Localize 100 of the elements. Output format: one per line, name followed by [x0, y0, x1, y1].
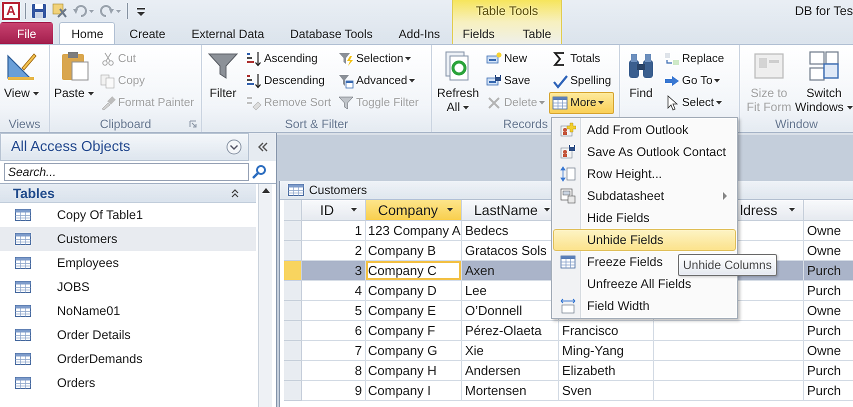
table-cell: Purch: [804, 281, 853, 301]
funnel-window-icon: [338, 73, 354, 89]
caret-icon: [33, 92, 40, 96]
ribbon-button[interactable]: New: [483, 48, 548, 70]
save-contact-icon: [560, 144, 576, 160]
ribbon-button[interactable]: Descending: [243, 70, 334, 92]
menu-item[interactable]: Add From Outlook: [553, 119, 736, 141]
delete-icon: [486, 95, 502, 111]
ribbon-button[interactable]: Switch Windows: [797, 48, 851, 115]
save-icon[interactable]: [31, 3, 47, 19]
nav-pane-header[interactable]: All Access Objects: [0, 133, 249, 161]
tools-icon[interactable]: [52, 3, 68, 19]
menu-item[interactable]: Unhide Fields: [553, 229, 736, 251]
ribbon-button[interactable]: Paste: [52, 48, 96, 115]
table-icon: [15, 377, 31, 389]
ribbon-button[interactable]: Save: [483, 70, 548, 92]
tooltip: Unhide Columns: [678, 254, 777, 276]
nav-item[interactable]: Customers: [0, 227, 256, 251]
column-header[interactable]: [804, 200, 853, 221]
ribbon-button[interactable]: Find: [622, 48, 660, 115]
ribbon-button[interactable]: Filter: [204, 48, 242, 115]
ribbon-button[interactable]: Totals: [549, 48, 614, 70]
ribbon-button[interactable]: Spelling: [549, 70, 614, 92]
nav-item[interactable]: Order Details: [0, 323, 256, 347]
table-cell: Purch: [804, 381, 853, 401]
table-cell: 3: [302, 261, 366, 281]
undo-icon[interactable]: [73, 3, 95, 19]
ribbon-tab[interactable]: File: [0, 22, 54, 44]
nav-item[interactable]: JOBS: [0, 275, 256, 299]
record-selector[interactable]: [284, 341, 302, 361]
search-field[interactable]: Search...: [4, 163, 249, 181]
row-height-icon: [560, 166, 576, 182]
group-label: Records: [503, 116, 548, 130]
ribbon-tab[interactable]: External Data: [179, 22, 276, 44]
brush-icon: [100, 95, 116, 111]
ribbon-tab[interactable]: Home: [59, 22, 116, 44]
ribbon-tab[interactable]: Table: [508, 22, 566, 44]
table-cell: 7: [302, 341, 366, 361]
table-icon: [552, 95, 568, 111]
ribbon-button[interactable]: Selection: [335, 48, 422, 70]
table-cell: Company H: [366, 361, 462, 381]
record-selector[interactable]: [284, 221, 302, 241]
table-cell: Purch: [804, 361, 853, 381]
ribbon-button[interactable]: Go To: [661, 70, 728, 92]
table-cell: Xie: [462, 341, 559, 361]
caret-icon: [789, 208, 795, 212]
ribbon-button[interactable]: Refresh All: [434, 48, 482, 115]
redo-icon[interactable]: [100, 3, 122, 19]
up-arrow-icon[interactable]: [262, 188, 270, 193]
dialog-launcher-icon[interactable]: [189, 120, 197, 128]
record-selector[interactable]: [284, 261, 302, 281]
record-selector[interactable]: [284, 321, 302, 341]
contextual-group-title: Table Tools: [474, 3, 540, 20]
ribbon-button[interactable]: Advanced: [335, 70, 422, 92]
chevron-down-icon[interactable]: [226, 139, 242, 155]
nav-item[interactable]: NoName01: [0, 299, 256, 323]
caret-icon: [544, 208, 550, 212]
menu-item[interactable]: Save As Outlook Contact: [553, 141, 736, 163]
nav-item[interactable]: Employees: [0, 251, 256, 275]
group-header[interactable]: Tables: [0, 184, 256, 203]
caret-icon: [716, 101, 722, 105]
table-cell: Owne: [804, 221, 853, 241]
ribbon-button[interactable]: Replace: [661, 48, 728, 70]
table-cell: Francisco: [559, 321, 654, 341]
search-icon[interactable]: [251, 164, 267, 180]
ribbon-button[interactable]: Ascending: [243, 48, 334, 70]
ribbon-button[interactable]: View: [2, 48, 42, 115]
scrollbar[interactable]: [258, 184, 272, 407]
double-chevron-left-icon: [256, 142, 268, 152]
record-selector[interactable]: [284, 301, 302, 321]
caret-icon: [88, 92, 94, 96]
table-cell: Sven: [559, 381, 654, 401]
app-logo[interactable]: A: [2, 2, 20, 20]
group-title: Tables: [13, 186, 55, 200]
table-cell: 123 Company A: [366, 221, 462, 241]
column-header[interactable]: Company: [366, 200, 462, 221]
caret-icon: [351, 208, 357, 212]
record-selector[interactable]: [284, 241, 302, 261]
caret-icon: [409, 79, 416, 83]
ribbon-tab[interactable]: Database Tools: [278, 22, 385, 44]
record-selector[interactable]: [284, 281, 302, 301]
table-cell: Owne: [804, 301, 853, 321]
table-cell: Ming-Yang: [559, 341, 654, 361]
ribbon-button[interactable]: Select: [661, 92, 728, 114]
table-icon: [15, 329, 31, 341]
table-icon: [15, 233, 31, 245]
record-selector[interactable]: [284, 381, 302, 401]
sort-descending-icon: [246, 73, 262, 89]
ribbon-button[interactable]: More: [549, 92, 614, 114]
select-all-corner[interactable]: [284, 200, 302, 221]
nav-item[interactable]: OrderDemands: [0, 347, 256, 371]
ribbon-tab[interactable]: Create: [117, 22, 178, 44]
collapse-pane-button[interactable]: [249, 133, 276, 161]
table-cell: 4: [302, 281, 366, 301]
nav-item[interactable]: Orders: [0, 371, 256, 395]
caret-icon: [447, 208, 453, 212]
nav-item[interactable]: Copy Of Table1: [0, 203, 256, 227]
record-selector[interactable]: [284, 361, 302, 381]
column-header[interactable]: ID: [302, 200, 366, 221]
windows-icon: [808, 50, 840, 82]
